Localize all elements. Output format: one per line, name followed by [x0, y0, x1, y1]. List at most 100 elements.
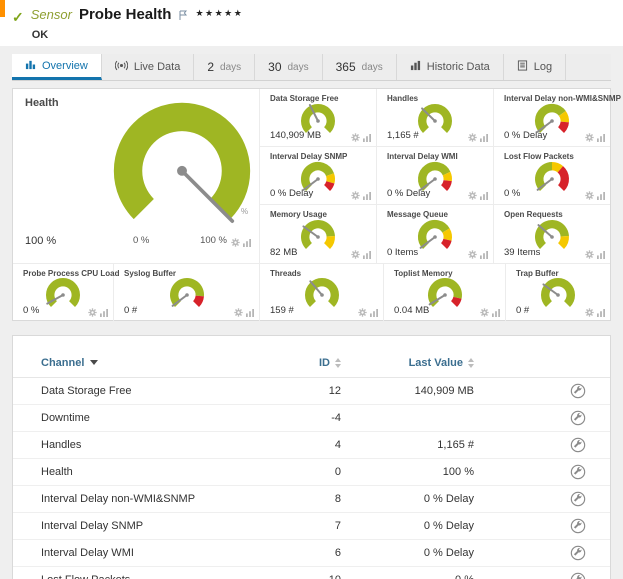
gear-icon[interactable]: [585, 133, 594, 142]
gauge-value: 0 % Delay: [387, 188, 430, 199]
gauge-icons: [358, 308, 378, 317]
gauge-chart: [301, 275, 343, 315]
graph-icon[interactable]: [363, 251, 371, 259]
gauge-cell-toplist-memory: Toplist Memory 0.04 MB: [383, 264, 505, 321]
graph-icon[interactable]: [597, 192, 605, 200]
table-row: Interval Delay non-WMI&SNMP 8 0 % Delay: [13, 486, 610, 513]
column-header-last-value[interactable]: Last Value: [341, 357, 474, 369]
graph-icon[interactable]: [597, 309, 605, 317]
column-label: ID: [319, 357, 330, 369]
channel-id: 8: [291, 493, 341, 505]
gauges-panel: Health % 100 % 0 % 100 % Data Storage Fr…: [12, 88, 611, 321]
gauge-value: 140,909 MB: [270, 130, 321, 141]
column-header-id[interactable]: ID: [291, 357, 341, 369]
gear-icon[interactable]: [351, 191, 360, 200]
gauge-cell-interval-delay-wmi: Interval Delay WMI 0 % Delay: [376, 147, 493, 205]
gauge-title: Threads: [270, 269, 301, 278]
gauge-value: 0 % Delay: [504, 130, 547, 141]
graph-icon[interactable]: [243, 239, 251, 247]
graph-icon[interactable]: [370, 309, 378, 317]
gear-icon[interactable]: [231, 238, 240, 247]
table-row: Interval Delay WMI 6 0 % Delay: [13, 540, 610, 567]
gauge-title: Open Requests: [504, 210, 563, 219]
tab-2-days[interactable]: 2 days: [194, 54, 255, 80]
channel-last-value: 0 % Delay: [341, 493, 474, 505]
gear-icon[interactable]: [88, 308, 97, 317]
gauge-chart: [537, 275, 579, 315]
gear-icon[interactable]: [468, 250, 477, 259]
graph-icon[interactable]: [246, 309, 254, 317]
graph-icon[interactable]: [363, 192, 371, 200]
channel-settings-icon[interactable]: [570, 572, 586, 579]
channel-id: -4: [291, 412, 341, 424]
channel-settings-icon[interactable]: [570, 410, 586, 426]
gear-icon[interactable]: [358, 308, 367, 317]
table-row: Data Storage Free 12 140,909 MB: [13, 378, 610, 405]
tab-label: days: [288, 62, 309, 73]
channel-settings-icon[interactable]: [570, 383, 586, 399]
column-header-channel[interactable]: Channel: [41, 357, 291, 369]
channel-settings-icon[interactable]: [570, 518, 586, 534]
gear-icon[interactable]: [480, 308, 489, 317]
gauge-title: Message Queue: [387, 210, 448, 219]
gear-icon[interactable]: [585, 308, 594, 317]
gauge-cell-memory-usage: Memory Usage 82 MB: [259, 205, 376, 263]
gauge-cell-probe-process-cpu-load: Probe Process CPU Load 0 %: [13, 264, 113, 321]
gear-icon[interactable]: [351, 133, 360, 142]
tab-overview[interactable]: Overview: [12, 54, 102, 80]
graph-icon[interactable]: [100, 309, 108, 317]
graph-icon[interactable]: [480, 192, 488, 200]
tab-log[interactable]: Log: [504, 54, 566, 80]
channel-settings-icon[interactable]: [570, 491, 586, 507]
gear-icon[interactable]: [585, 250, 594, 259]
channel-last-value: 1,165 #: [341, 439, 474, 451]
channel-name: Interval Delay non-WMI&SNMP: [41, 493, 291, 505]
gear-icon[interactable]: [234, 308, 243, 317]
flag-icon[interactable]: [178, 8, 188, 26]
gauge-value: 1,165 #: [387, 130, 419, 141]
gauge-chart: [42, 275, 84, 315]
gauge-chart: [414, 101, 456, 141]
tab-30-days[interactable]: 30 days: [255, 54, 322, 80]
channel-name: Interval Delay SNMP: [41, 520, 291, 532]
table-header-row: Channel ID Last Value: [13, 348, 610, 378]
tab-number: 365: [336, 60, 356, 74]
gauge-icons: [468, 191, 488, 200]
priority-stars[interactable]: ★★★★★: [195, 8, 243, 19]
graph-icon[interactable]: [492, 309, 500, 317]
graph-icon[interactable]: [363, 134, 371, 142]
graph-icon[interactable]: [480, 251, 488, 259]
gauge-cell-lost-flow-packets: Lost Flow Packets 0 %: [493, 147, 610, 205]
gauge-scale: 0 % 100 %: [133, 235, 227, 246]
gauge-cell-syslog-buffer: Syslog Buffer 0 #: [113, 264, 259, 321]
channel-id: 10: [291, 574, 341, 579]
graph-icon[interactable]: [597, 134, 605, 142]
channel-settings-icon[interactable]: [570, 464, 586, 480]
tab-label: Historic Data: [427, 61, 490, 73]
channel-last-value: 100 %: [341, 466, 474, 478]
live-data-icon: [115, 60, 128, 74]
gear-icon[interactable]: [468, 191, 477, 200]
gauge-value: 0 Items: [387, 247, 418, 258]
log-icon: [517, 60, 528, 74]
status-strip: [0, 0, 5, 17]
channel-id: 0: [291, 466, 341, 478]
gauge-title: Interval Delay WMI: [387, 152, 458, 161]
gauge-chart: [166, 275, 208, 315]
gear-icon[interactable]: [585, 191, 594, 200]
channel-id: 4: [291, 439, 341, 451]
gear-icon[interactable]: [468, 133, 477, 142]
gear-icon[interactable]: [351, 250, 360, 259]
gauge-cell-handles: Handles 1,165 #: [376, 89, 493, 147]
status-badge: OK: [32, 29, 244, 41]
channel-settings-icon[interactable]: [570, 437, 586, 453]
graph-icon[interactable]: [480, 134, 488, 142]
tab-live-data[interactable]: Live Data: [102, 54, 194, 80]
gauge-value: 39 Items: [504, 247, 540, 258]
tab-365-days[interactable]: 365 days: [323, 54, 397, 80]
tab-historic-data[interactable]: Historic Data: [397, 54, 504, 80]
channel-settings-icon[interactable]: [570, 545, 586, 561]
channel-name: Handles: [41, 439, 291, 451]
graph-icon[interactable]: [597, 251, 605, 259]
header-text-block: Sensor Probe Health ★★★★★ OK: [31, 6, 244, 46]
